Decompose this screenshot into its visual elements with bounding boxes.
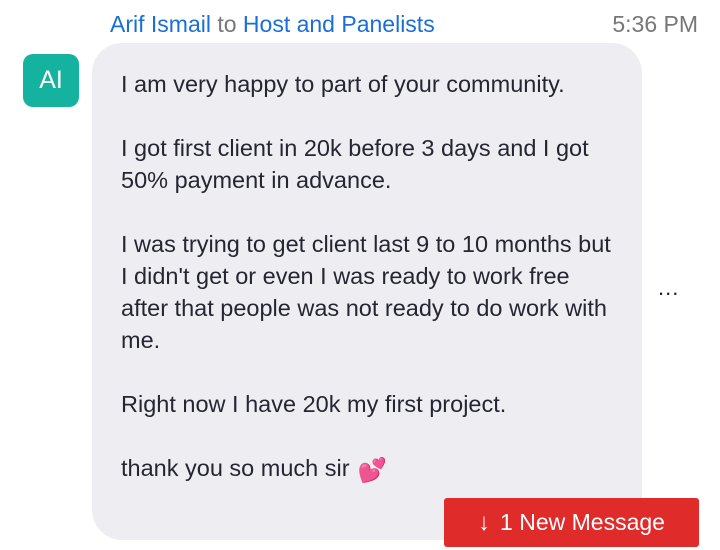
message-timestamp: 5:36 PM	[612, 11, 698, 37]
message-header: Arif Ismail to Host and Panelists	[110, 10, 435, 38]
new-message-label: 1 New Message	[500, 509, 665, 535]
message-paragraph-last: thank you so much sir 💕	[121, 452, 614, 486]
two-hearts-emoji-icon: 💕	[357, 457, 387, 483]
chat-window: Arif Ismail to Host and Panelists 5:36 P…	[0, 0, 720, 550]
more-options-icon[interactable]: ...	[658, 277, 679, 299]
down-arrow-icon: ↓	[478, 509, 491, 536]
sender-name[interactable]: Arif Ismail	[110, 11, 211, 37]
to-label: to	[217, 11, 237, 37]
recipient-name[interactable]: Host and Panelists	[243, 11, 435, 37]
message-paragraph: Right now I have 20k my first project.	[121, 391, 507, 417]
message-paragraph: I am very happy to part of your communit…	[121, 71, 565, 97]
avatar[interactable]: AI	[23, 54, 79, 107]
message-paragraph: I got first client in 20k before 3 days …	[121, 135, 589, 193]
message-bubble: I am very happy to part of your communit…	[92, 43, 642, 540]
new-message-button[interactable]: ↓ 1 New Message	[444, 498, 699, 547]
message-paragraph: I was trying to get client last 9 to 10 …	[121, 231, 611, 353]
message-paragraph-text: thank you so much sir	[121, 455, 350, 481]
